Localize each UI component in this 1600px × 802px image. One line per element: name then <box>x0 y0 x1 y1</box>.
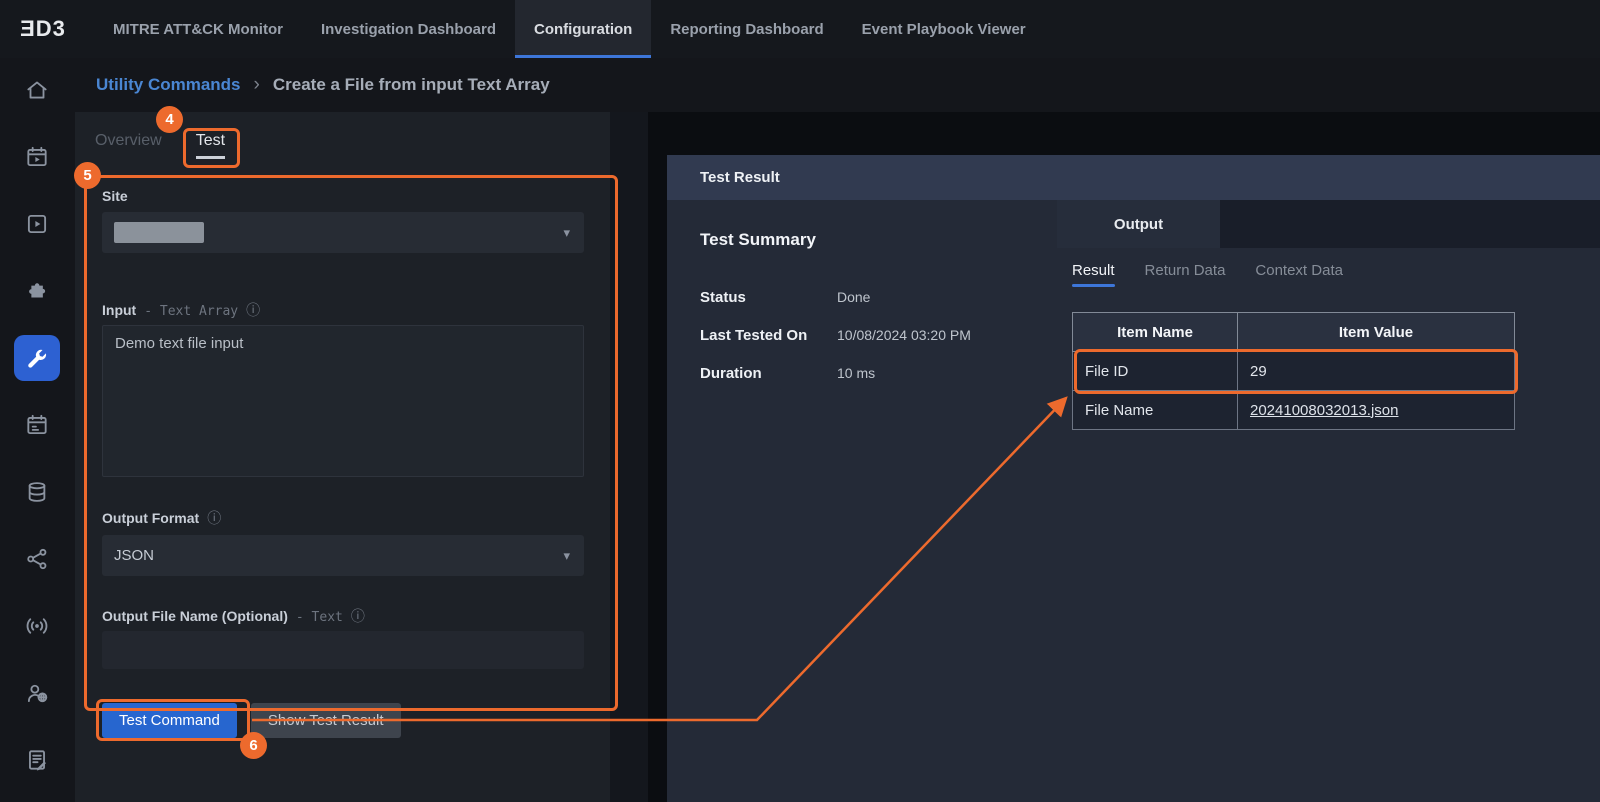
nav-investigation-dashboard[interactable]: Investigation Dashboard <box>302 0 515 58</box>
panel-gap <box>610 112 648 802</box>
input-textarea[interactable]: Demo text file input <box>102 325 584 477</box>
test-summary-title: Test Summary <box>700 230 816 250</box>
nav-reporting-dashboard[interactable]: Reporting Dashboard <box>651 0 842 58</box>
input-label-row: Input - Text Array ⓘ <box>102 300 260 320</box>
output-format-value: JSON <box>114 547 154 564</box>
d3-logo[interactable]: ƎD3 <box>0 0 86 58</box>
site-select[interactable]: ▾ <box>102 212 584 253</box>
breadcrumb: Utility Commands › Create a File from in… <box>0 58 1600 112</box>
test-result-title: Test Result <box>700 169 780 186</box>
status-label: Status <box>700 289 746 306</box>
broadcast-icon[interactable] <box>14 603 60 649</box>
home-icon[interactable] <box>14 67 60 113</box>
tools-icon[interactable] <box>14 335 60 381</box>
share-nodes-icon[interactable] <box>14 536 60 582</box>
test-result-header: Test Result <box>667 155 1600 200</box>
breadcrumb-utility-commands[interactable]: Utility Commands <box>96 75 241 95</box>
output-format-label-row: Output Format ⓘ <box>102 508 221 528</box>
last-tested-label: Last Tested On <box>700 327 807 344</box>
table-header-row: Item Name Item Value <box>1073 313 1515 352</box>
info-icon[interactable]: ⓘ <box>351 606 365 626</box>
input-label: Input <box>102 302 136 318</box>
breadcrumb-current-page: Create a File from input Text Array <box>273 75 550 95</box>
sidebar <box>0 58 75 802</box>
output-file-name-label-row: Output File Name (Optional) - Text ⓘ <box>102 606 365 626</box>
output-file-name-input[interactable] <box>102 631 584 669</box>
calendar-play-icon[interactable] <box>14 134 60 180</box>
puzzle-icon[interactable] <box>14 268 60 314</box>
output-subtabs: Result Return Data Context Data <box>1072 262 1343 287</box>
globe-user-icon[interactable] <box>14 670 60 716</box>
panel-tabs: Overview Test <box>95 132 225 159</box>
tab-output[interactable]: Output <box>1057 200 1220 248</box>
output-file-name-type-hint: - Text <box>296 610 343 625</box>
nav-event-playbook-viewer[interactable]: Event Playbook Viewer <box>843 0 1045 58</box>
document-signature-icon[interactable] <box>14 737 60 783</box>
file-id-name-cell: File ID <box>1073 352 1238 391</box>
output-format-label: Output Format <box>102 510 199 526</box>
chevron-right-icon: › <box>254 74 260 96</box>
info-icon[interactable]: ⓘ <box>207 508 221 528</box>
chevron-down-icon: ▾ <box>563 225 570 241</box>
col-item-name: Item Name <box>1073 313 1238 352</box>
output-file-name-label: Output File Name (Optional) <box>102 608 288 624</box>
database-icon[interactable] <box>14 469 60 515</box>
button-row: Test Command Show Test Result <box>102 703 401 738</box>
primary-nav: MITRE ATT&CK Monitor Investigation Dashb… <box>94 0 1045 58</box>
command-test-panel: Overview Test Site ▾ Input - Text Array … <box>75 112 610 802</box>
info-icon[interactable]: ⓘ <box>246 300 260 320</box>
input-type-hint: - Text Array <box>144 304 238 319</box>
file-id-value-cell: 29 <box>1238 352 1515 391</box>
last-tested-value: 10/08/2024 03:20 PM <box>837 327 971 343</box>
result-table: Item Name Item Value File ID 29 File Nam… <box>1072 312 1515 430</box>
play-square-icon[interactable] <box>14 201 60 247</box>
site-value-redacted <box>114 222 204 243</box>
subtab-return-data[interactable]: Return Data <box>1145 262 1226 287</box>
chevron-down-icon: ▾ <box>563 548 570 564</box>
output-format-select[interactable]: JSON ▾ <box>102 535 584 576</box>
file-name-value-cell: 20241008032013.json <box>1238 391 1515 430</box>
file-name-name-cell: File Name <box>1073 391 1238 430</box>
calendar-icon[interactable] <box>14 402 60 448</box>
nav-configuration[interactable]: Configuration <box>515 0 651 58</box>
site-label-row: Site <box>102 188 128 204</box>
test-result-body: Test Summary Status Done Last Tested On … <box>667 200 1600 802</box>
duration-label: Duration <box>700 365 762 382</box>
app-root: ƎD3 MITRE ATT&CK Monitor Investigation D… <box>0 0 1600 802</box>
status-value: Done <box>837 289 870 305</box>
subtab-result[interactable]: Result <box>1072 262 1115 287</box>
show-test-result-button[interactable]: Show Test Result <box>251 703 401 738</box>
top-nav: ƎD3 MITRE ATT&CK Monitor Investigation D… <box>0 0 1600 58</box>
tab-test[interactable]: Test <box>196 132 225 159</box>
file-name-link[interactable]: 20241008032013.json <box>1250 402 1398 419</box>
duration-value: 10 ms <box>837 365 875 381</box>
tab-overview[interactable]: Overview <box>95 132 162 159</box>
table-row-file-id: File ID 29 <box>1073 352 1515 391</box>
test-command-button[interactable]: Test Command <box>102 703 237 738</box>
table-row-file-name: File Name 20241008032013.json <box>1073 391 1515 430</box>
test-result-panel: Test Result Test Summary Status Done Las… <box>667 155 1600 802</box>
col-item-value: Item Value <box>1238 313 1515 352</box>
site-label: Site <box>102 188 128 204</box>
subtab-context-data[interactable]: Context Data <box>1255 262 1343 287</box>
nav-mitre-attack-monitor[interactable]: MITRE ATT&CK Monitor <box>94 0 302 58</box>
